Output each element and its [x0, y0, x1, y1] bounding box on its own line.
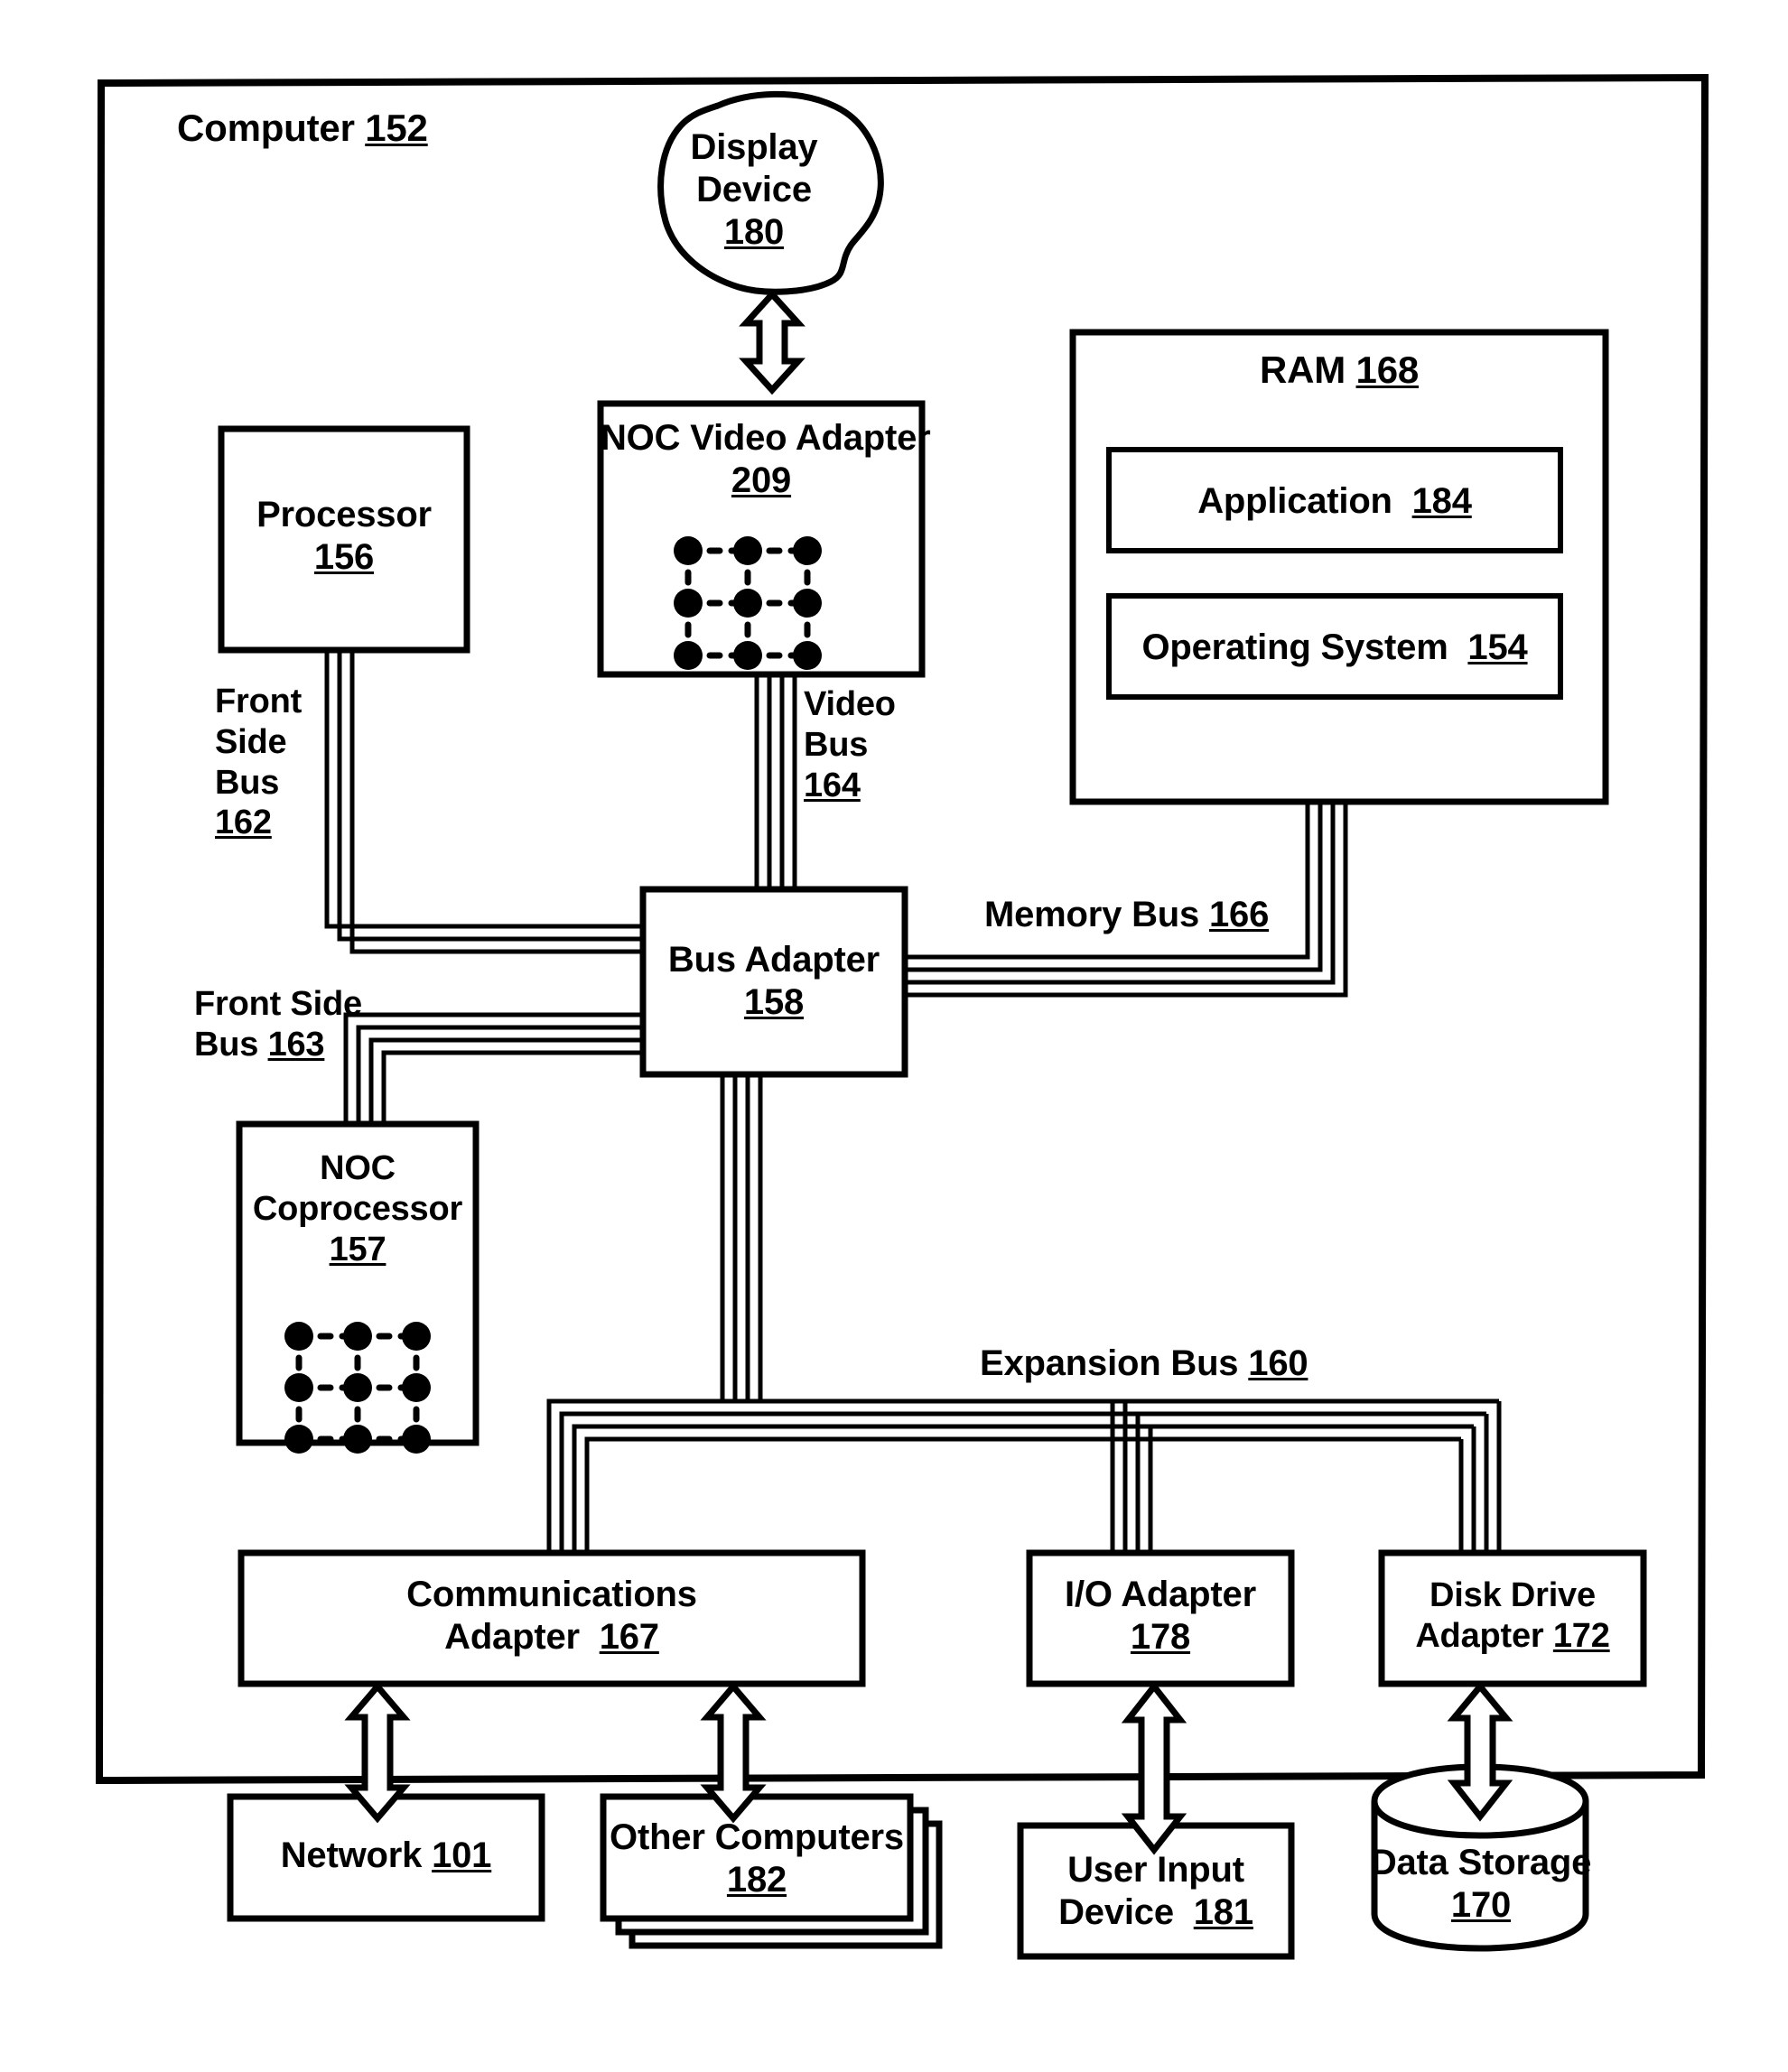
memory-bus-166-label: Memory Bus 166 [984, 895, 1270, 934]
display-to-video-adapter-arrow [739, 289, 806, 395]
comms-to-other-computers-arrow [700, 1681, 767, 1824]
io-to-user-input-arrow [1121, 1681, 1187, 1855]
communications-adapter-label: Communications Adapter 167 [406, 1575, 697, 1658]
computer-frame-label: Computer 152 [177, 107, 428, 149]
io-adapter-label: I/O Adapter 178 [1065, 1575, 1256, 1658]
user-input-device-label: User Input Device 181 [1058, 1850, 1253, 1933]
ram-box [1069, 329, 1609, 805]
ram-label: RAM 168 [1259, 348, 1420, 391]
other-computers-label: Other Computers 182 [610, 1817, 904, 1900]
front-side-bus-163-label: Front Side Bus 163 [194, 985, 362, 1064]
noc-coprocessor-label: NOC Coprocessor 157 [252, 1149, 463, 1268]
operating-system-label: Operating System 154 [1141, 627, 1528, 667]
front-side-bus-162-lines [324, 650, 643, 954]
noc-video-adapter-mesh [674, 536, 822, 670]
display-device-label: Display Device 180 [690, 127, 818, 253]
figure-canvas: .bx { fill:#fff; stroke:#000; stroke-wid… [0, 0, 1788, 2072]
noc-video-adapter-label: NOC Video Adapter 209 [601, 418, 931, 501]
network-label: Network 101 [280, 1835, 492, 1875]
expansion-bus-160-lines [546, 1398, 1502, 1553]
data-storage-label: Data Storage 170 [1370, 1843, 1592, 1926]
comms-to-network-arrow [344, 1681, 411, 1824]
front-side-bus-162-label: Front Side Bus 162 [215, 683, 303, 842]
expansion-bus-trunk-lines [720, 1074, 763, 1401]
expansion-bus-160-label: Expansion Bus 160 [980, 1343, 1308, 1383]
disk-to-data-storage-arrow [1447, 1681, 1513, 1822]
application-label: Application 184 [1197, 481, 1472, 521]
bus-adapter-label: Bus Adapter 158 [667, 940, 880, 1023]
video-bus-164-label: Video Bus 164 [804, 685, 896, 804]
noc-coprocessor-mesh [284, 1322, 431, 1454]
processor-label: Processor 156 [256, 495, 432, 578]
disk-drive-adapter-label: Disk Drive Adapter 172 [1415, 1576, 1610, 1655]
video-bus-164-lines [754, 674, 797, 889]
